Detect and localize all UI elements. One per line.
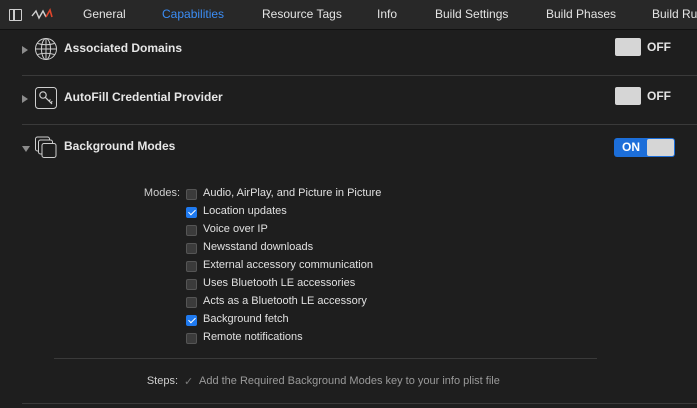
mode-label: Newsstand downloads (203, 241, 314, 253)
mode-audio-airplay-pip[interactable]: Audio, AirPlay, and Picture in Picture (186, 186, 486, 204)
autofill-switch[interactable]: OFF (615, 87, 675, 105)
tab-general[interactable]: General (83, 7, 126, 21)
mode-external-accessory[interactable]: External accessory communication (186, 258, 486, 276)
tab-capabilities[interactable]: Capabilities (162, 7, 224, 21)
mode-label: Remote notifications (203, 331, 303, 343)
checkbox[interactable] (186, 243, 197, 254)
capability-title: Background Modes (64, 139, 176, 153)
switch-state-label: OFF (647, 89, 671, 103)
background-modes-switch[interactable]: ON (614, 138, 675, 157)
switch-state-label: ON (622, 140, 640, 154)
disclosure-chevron-icon[interactable] (22, 146, 30, 152)
mode-bluetooth-le-accessory[interactable]: Acts as a Bluetooth LE accessory (186, 294, 486, 312)
divider (54, 358, 597, 359)
step-checkmark-icon: ✓ (184, 376, 194, 388)
mode-label: Acts as a Bluetooth LE accessory (203, 295, 367, 307)
checkbox[interactable] (186, 207, 197, 218)
tab-build-phases[interactable]: Build Phases (546, 7, 616, 21)
switch-knob (615, 38, 641, 56)
checkbox[interactable] (186, 297, 197, 308)
capability-title: Associated Domains (64, 41, 183, 55)
capability-title: AutoFill Credential Provider (64, 90, 223, 104)
associated-domains-switch[interactable]: OFF (615, 38, 675, 56)
capability-background-modes: Background Modes ON (22, 124, 697, 173)
mode-remote-notifications[interactable]: Remote notifications (186, 330, 486, 348)
tab-build-rules[interactable]: Build Ru (652, 7, 697, 21)
steps-label: Steps: (146, 375, 178, 387)
disclosure-chevron-icon[interactable] (22, 46, 28, 54)
stacked-windows-icon (35, 136, 57, 158)
mode-newsstand-downloads[interactable]: Newsstand downloads (186, 240, 486, 258)
mode-voice-over-ip[interactable]: Voice over IP (186, 222, 486, 240)
checkbox[interactable] (186, 189, 197, 200)
checkbox[interactable] (186, 315, 197, 326)
key-icon (35, 87, 57, 109)
mode-background-fetch[interactable]: Background fetch (186, 312, 486, 330)
switch-knob (647, 139, 674, 156)
disclosure-chevron-icon[interactable] (22, 95, 28, 103)
mode-label: Uses Bluetooth LE accessories (203, 277, 356, 289)
checkbox[interactable] (186, 333, 197, 344)
mode-label: External accessory communication (203, 259, 373, 271)
scheme-icon[interactable] (30, 7, 54, 23)
mode-label: Background fetch (203, 313, 289, 325)
switch-knob (615, 87, 641, 105)
switch-state-label: OFF (647, 40, 671, 54)
sidebar-toggle-icon[interactable] (9, 9, 22, 21)
checkbox[interactable] (186, 279, 197, 290)
mode-label: Voice over IP (203, 223, 268, 235)
tab-info[interactable]: Info (377, 7, 397, 21)
modes-label: Modes: (143, 187, 180, 199)
mode-label: Audio, AirPlay, and Picture in Picture (203, 187, 382, 199)
capability-associated-domains: Associated Domains OFF (22, 26, 697, 75)
checkbox[interactable] (186, 261, 197, 272)
mode-location-updates[interactable]: Location updates (186, 204, 486, 222)
step-text: Add the Required Background Modes key to… (199, 375, 500, 387)
mode-label: Location updates (203, 205, 287, 217)
tab-build-settings[interactable]: Build Settings (435, 7, 508, 21)
checkbox[interactable] (186, 225, 197, 236)
capability-autofill-credential-provider: AutoFill Credential Provider OFF (22, 75, 697, 124)
mode-bluetooth-le-accessories[interactable]: Uses Bluetooth LE accessories (186, 276, 486, 294)
divider (22, 403, 697, 404)
globe-icon (35, 38, 57, 60)
tab-resource-tags[interactable]: Resource Tags (262, 7, 342, 21)
